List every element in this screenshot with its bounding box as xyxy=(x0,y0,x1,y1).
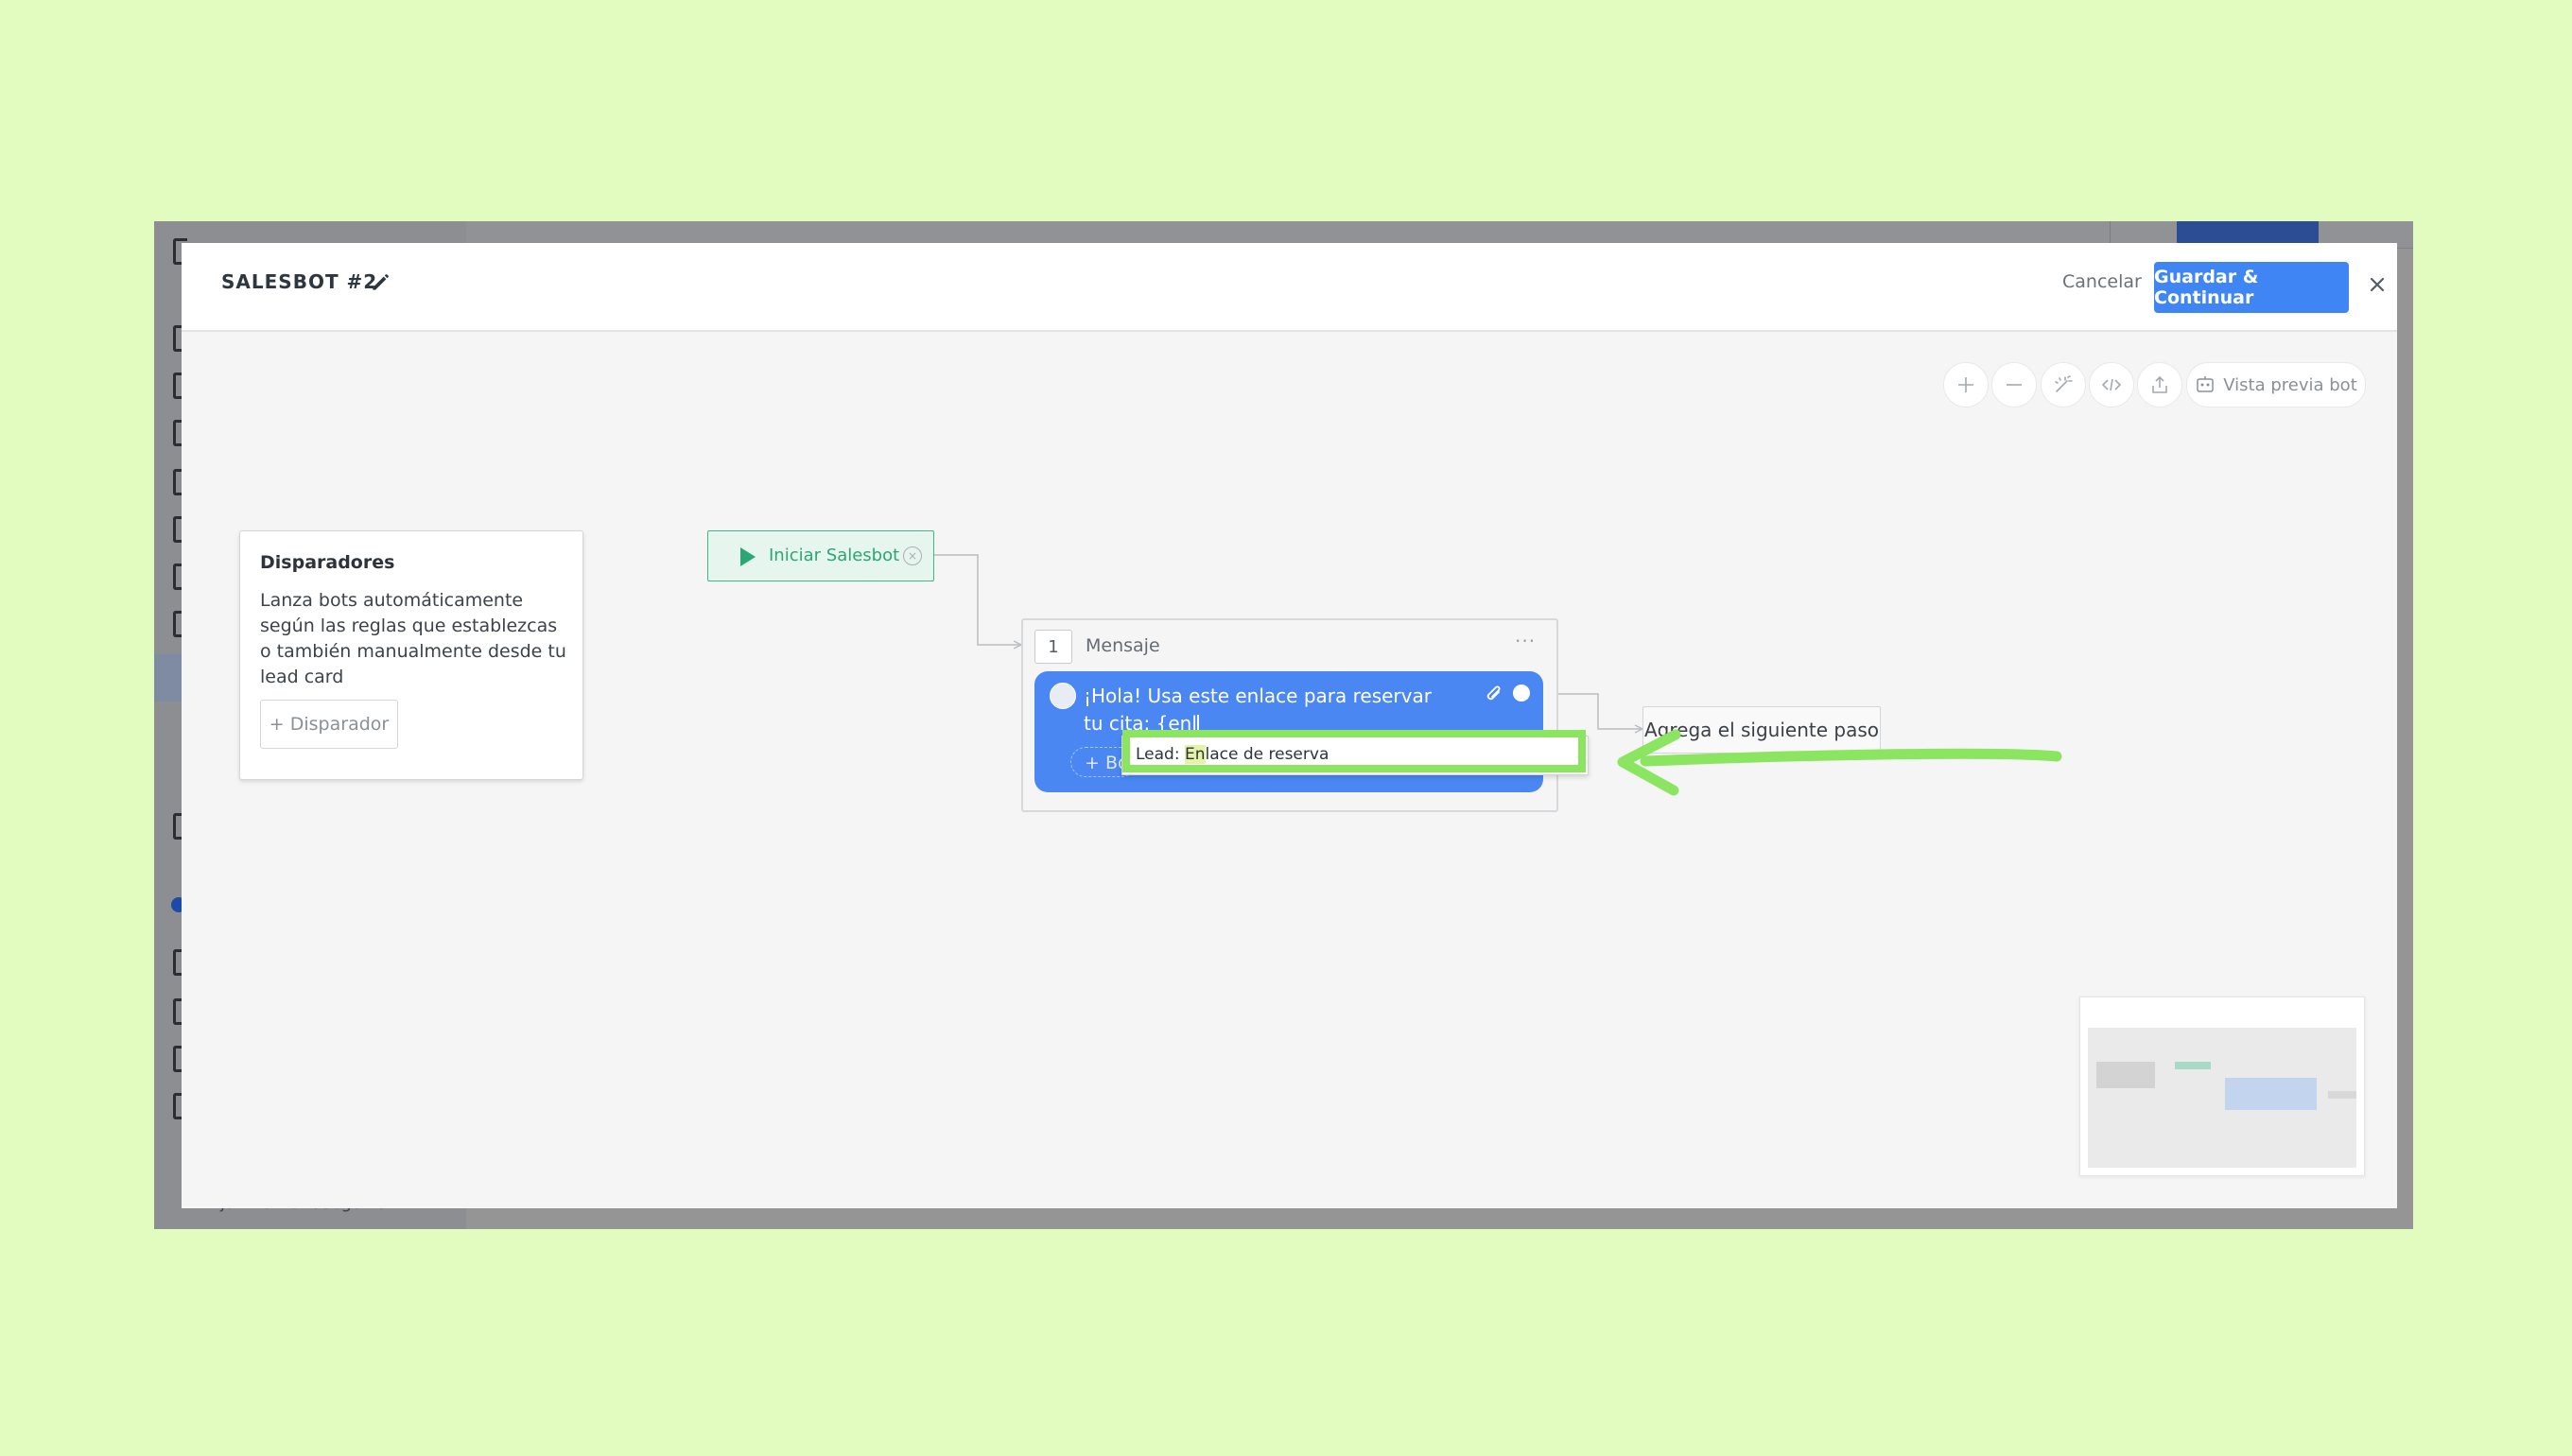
message-text: ¡Hola! Usa este enlace para reservar tu … xyxy=(1084,685,1432,735)
step-more-menu[interactable]: ··· xyxy=(1515,630,1536,652)
minimap-next-block xyxy=(2328,1091,2356,1099)
start-salesbot-node[interactable]: Iniciar Salesbot × xyxy=(707,530,934,581)
triggers-title: Disparadores xyxy=(260,552,395,573)
play-icon xyxy=(740,547,756,566)
annotation-highlight-box xyxy=(1122,730,1586,772)
minimap-viewport xyxy=(2088,1028,2356,1168)
triggers-description: Lanza bots automáticamente según las reg… xyxy=(260,590,566,687)
minimap-start-block xyxy=(2175,1062,2211,1069)
attachment-icon[interactable] xyxy=(1484,683,1504,707)
salesbot-editor-modal: SALESBOT #2 Cancelar Guardar & Continuar… xyxy=(182,243,2397,1208)
start-salesbot-label: Iniciar Salesbot xyxy=(769,546,900,565)
minimap-triggers-block xyxy=(2096,1062,2155,1088)
step-number: 1 xyxy=(1034,630,1072,664)
minimap[interactable] xyxy=(2079,997,2365,1176)
step-type-label: Mensaje xyxy=(1086,635,1160,656)
add-next-step-button[interactable]: Agrega el siguiente paso xyxy=(1642,706,1881,754)
triggers-card: Disparadores Lanza bots automáticamente … xyxy=(239,530,583,780)
minimap-message-block xyxy=(2225,1078,2317,1110)
output-port[interactable] xyxy=(1513,685,1530,702)
remove-node-icon[interactable]: × xyxy=(903,546,922,565)
message-step-node[interactable]: 1 Mensaje ··· ¡Hola! Usa este enlace par… xyxy=(1021,618,1558,812)
add-trigger-button[interactable]: + Disparador xyxy=(260,700,398,749)
emoji-icon[interactable] xyxy=(1050,683,1076,709)
